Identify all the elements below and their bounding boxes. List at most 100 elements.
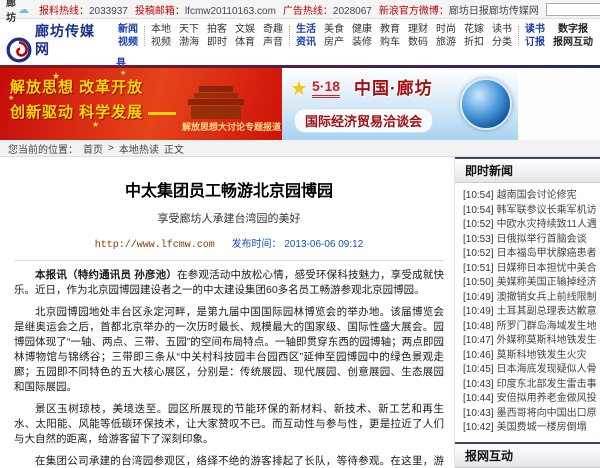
nav-label[interactable]: 视频	[151, 36, 171, 49]
nav-item-health[interactable]: 健康装修	[348, 23, 376, 49]
nav-label[interactable]: 数字报	[553, 23, 593, 36]
nav-item-subscribe[interactable]: 读书订报	[521, 23, 549, 49]
weather-cloud-icon: ☁	[18, 3, 29, 16]
nav-item-ent[interactable]: 文娱体育	[231, 23, 259, 49]
news-item[interactable]: [10:49]澳撤销女兵上前线限制	[463, 291, 596, 306]
nav-label[interactable]: 订报	[525, 36, 545, 49]
nav-label[interactable]: 教育	[380, 23, 400, 36]
nav-item-finance[interactable]: 理财数码	[404, 23, 432, 49]
news-link[interactable]: 莫斯科地铁发生火灾	[497, 350, 587, 361]
banner-trade-fair[interactable]: ★ 5·18 中国·廊坊 国际经济贸易洽谈会	[282, 68, 518, 140]
news-link[interactable]: 美国费城一楼房倒塌	[497, 422, 587, 433]
nav-label[interactable]: 折扣	[464, 36, 484, 49]
news-link[interactable]: 印度东北部发生雷击事件	[497, 379, 596, 390]
nav-label[interactable]: 美食	[324, 23, 344, 36]
news-item[interactable]: [10:48]所罗门群岛海域发生地震	[463, 320, 596, 335]
news-item[interactable]: [10:54]越南国会讨论修宪	[463, 189, 596, 204]
nav-label[interactable]: 健康	[352, 23, 372, 36]
nav-item-epaper[interactable]: 数字报报网互动	[549, 23, 597, 49]
logo-block[interactable]: 廊坊传媒网 www.lfcmw.com 廊坊第一新闻资讯网	[6, 23, 106, 65]
news-item[interactable]: [10:46]莫斯科地铁发生火灾	[463, 349, 596, 364]
nav-label[interactable]: 本地	[151, 23, 171, 36]
nav-label[interactable]: 花嫁	[464, 23, 484, 36]
news-link[interactable]: 土耳其副总理表达歉意有限	[497, 306, 596, 317]
nav-label[interactable]: 渤海	[179, 36, 199, 49]
nav-label[interactable]: 旅游	[436, 36, 456, 49]
nav-label[interactable]: 视频	[118, 36, 138, 49]
breadcrumb-home[interactable]: 首页	[83, 141, 103, 156]
nav-row: 新闻视频 本地视频 天下渤海 拍客即时 文娱体育 奇趣声音 生活资讯 美食房产 …	[114, 23, 596, 49]
article-source-url[interactable]: http://www.lfcmw.com	[95, 240, 215, 251]
nav-label[interactable]: 理财	[408, 23, 428, 36]
nav-label[interactable]: 天下	[179, 23, 199, 36]
weibo[interactable]: 新浪官方微博：廊坊日报廊坊传媒网	[379, 2, 539, 17]
news-link[interactable]: 中欧水灾持续致11人遇难	[497, 219, 596, 230]
nav-label[interactable]: 即时	[207, 36, 227, 49]
nav-label[interactable]: 文娱	[235, 23, 255, 36]
news-item[interactable]: [10:53]日俄拟举行首脑会谈	[463, 233, 596, 248]
news-time: [10:53]	[463, 234, 494, 245]
news-link[interactable]: 日本福岛甲状腺癌患者增加	[497, 248, 596, 259]
nav-label[interactable]: 读书	[492, 23, 512, 36]
nav-item-wedding[interactable]: 花嫁折扣	[460, 23, 488, 49]
top-bar: 廊坊 ☁ 报料热线：2033937 投稿邮箱：lfcmw20110163.com…	[0, 0, 600, 19]
news-item[interactable]: [10:50]美媒称美国正输掉经济战争	[463, 276, 596, 291]
news-link[interactable]: 日本海底发现疑似人骨	[497, 364, 596, 375]
nav-item-reading[interactable]: 读书分类	[488, 23, 516, 49]
news-link[interactable]: 韩军联参议长乘军机访华	[497, 205, 596, 216]
news-link[interactable]: 所罗门群岛海域发生地震	[497, 321, 596, 332]
nav-item-food[interactable]: 美食房产	[320, 23, 348, 49]
breadcrumb-section[interactable]: 本地热读	[119, 141, 159, 156]
news-item[interactable]: [10:49]土耳其副总理表达歉意有限	[463, 305, 596, 320]
news-item[interactable]: [10:42]美国费城一楼房倒塌	[463, 421, 596, 436]
nav-label[interactable]: 数码	[408, 36, 428, 49]
nav-label[interactable]: 装修	[352, 36, 372, 49]
news-item[interactable]: [10:45]日本海底发现疑似人骨	[463, 363, 596, 378]
nav-label[interactable]: 生活	[296, 23, 316, 36]
main-nav: 新闻视频 本地视频 天下渤海 拍客即时 文娱体育 奇趣声音 生活资讯 美食房产 …	[114, 23, 596, 65]
nav-label[interactable]: 拍客	[207, 23, 227, 36]
site-name[interactable]: 廊坊传媒网	[35, 23, 95, 57]
nav-label[interactable]: 奇趣	[263, 23, 283, 36]
nav-item-edu[interactable]: 教育购车	[376, 23, 404, 49]
news-item[interactable]: [10:51]日媒称日本担忧中美合作	[463, 262, 596, 277]
nav-item-fun[interactable]: 奇趣声音	[259, 23, 287, 49]
news-link[interactable]: 越南国会讨论修宪	[497, 190, 577, 201]
nav-item-news[interactable]: 新闻视频	[114, 23, 142, 49]
news-item[interactable]: [10:43]印度东北部发生雷击事件	[463, 378, 596, 393]
nav-label[interactable]: 声音	[263, 36, 283, 49]
news-link[interactable]: 安倍拟用养老金做风投	[497, 393, 596, 404]
nav-label[interactable]: 体育	[235, 36, 255, 49]
news-link[interactable]: 日媒称日本担忧中美合作	[497, 263, 596, 274]
news-item[interactable]: [10:52]中欧水灾持续致11人遇难	[463, 218, 596, 233]
news-item[interactable]: [10:47]外媒称莫斯科地铁发生火灾	[463, 334, 596, 349]
news-item[interactable]: [10:43]墨西哥将向中国出口原油	[463, 407, 596, 422]
news-link[interactable]: 澳撤销女兵上前线限制	[497, 292, 596, 303]
news-link[interactable]: 外媒称莫斯科地铁发生火灾	[497, 335, 596, 346]
nav-label[interactable]: 房产	[324, 36, 344, 49]
publish-time-value: 2013-06-06 09:12	[284, 239, 363, 250]
nav-label[interactable]: 时尚	[436, 23, 456, 36]
nav-item-local[interactable]: 本地视频	[147, 23, 175, 49]
nav-label[interactable]: 报网互动	[553, 36, 593, 49]
nav-label[interactable]: 资讯	[296, 36, 316, 49]
news-link[interactable]: 墨西哥将向中国出口原油	[497, 408, 596, 419]
nav-label[interactable]: 新闻	[118, 23, 138, 36]
news-item[interactable]: [10:54]韩军联参议长乘军机访华	[463, 204, 596, 219]
nav-label[interactable]: 购车	[380, 36, 400, 49]
news-item[interactable]: [10:44]安倍拟用养老金做风投	[463, 392, 596, 407]
news-link[interactable]: 美媒称美国正输掉经济战争	[497, 277, 596, 288]
nav-divider	[144, 26, 145, 46]
news-link[interactable]: 日俄拟举行首脑会谈	[497, 234, 587, 245]
nav-item-life[interactable]: 生活资讯	[292, 23, 320, 49]
banner-emancipate-mind[interactable]: ★ ★ ★ ★ 解放思想 改革开放 创新驱动 科学发展 解放思想大讨论专题报道	[0, 68, 282, 140]
nav-item-paike[interactable]: 拍客即时	[203, 23, 231, 49]
nav-item-fashion[interactable]: 时尚旅游	[432, 23, 460, 49]
nav-item-world[interactable]: 天下渤海	[175, 23, 203, 49]
nav-label[interactable]: 读书	[525, 23, 545, 36]
weibo-value[interactable]: 廊坊日报廊坊传媒网	[449, 6, 539, 17]
news-item[interactable]: [10:52]日本福岛甲状腺癌患者增加	[463, 247, 596, 262]
search-input[interactable]	[546, 3, 600, 16]
email: 投稿邮箱：lfcmw20110163.com	[135, 2, 276, 17]
nav-label[interactable]: 分类	[492, 36, 512, 49]
